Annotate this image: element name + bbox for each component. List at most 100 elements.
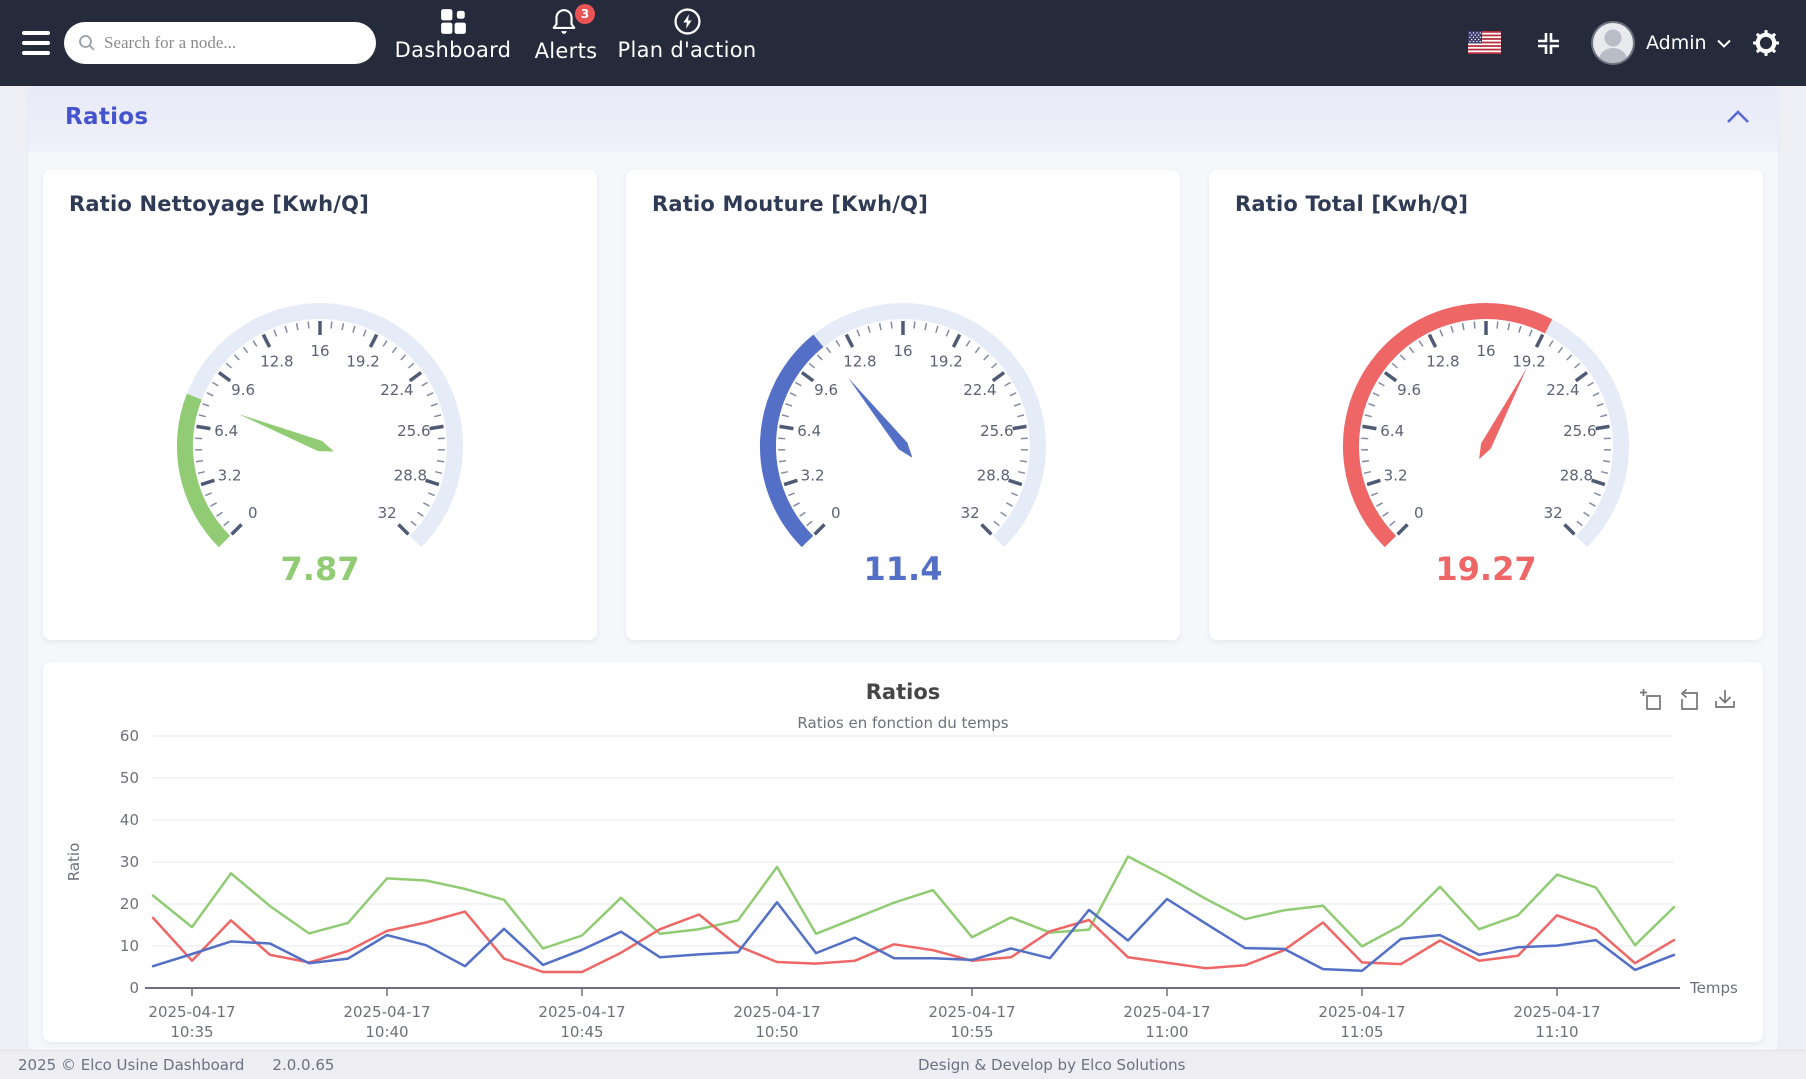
svg-text:10:50: 10:50 bbox=[755, 1023, 798, 1041]
gauge-title: Ratio Mouture [Kwh/Q] bbox=[652, 192, 929, 216]
svg-text:60: 60 bbox=[120, 727, 139, 745]
gauge-card-total: Ratio Total [Kwh/Q] 0 3.2 6.4 9.6 12.8 16 19.2… bbox=[1209, 170, 1763, 640]
svg-text:0: 0 bbox=[129, 979, 139, 997]
bell-icon bbox=[552, 9, 576, 34]
svg-text:19.2: 19.2 bbox=[1512, 352, 1545, 370]
svg-text:11.4: 11.4 bbox=[864, 550, 943, 588]
chevron-down-icon bbox=[1716, 39, 1731, 48]
svg-text:10:35: 10:35 bbox=[170, 1023, 213, 1041]
bolt-circle-icon bbox=[673, 8, 701, 35]
svg-text:0: 0 bbox=[831, 504, 841, 522]
search-icon bbox=[79, 35, 95, 51]
footer: 2025 © Elco Usine Dashboard 2.0.0.65 Des… bbox=[0, 1050, 1806, 1079]
svg-text:22.4: 22.4 bbox=[380, 381, 413, 399]
page: Dashboard 3 Alerts Plan d'action bbox=[0, 0, 1806, 1079]
gauge-card-nettoyage: Ratio Nettoyage [Kwh/Q] 0 3.2 6.4 9.6 12.8 16… bbox=[43, 170, 597, 640]
svg-text:0: 0 bbox=[248, 504, 258, 522]
svg-text:19.2: 19.2 bbox=[929, 352, 962, 370]
svg-text:12.8: 12.8 bbox=[843, 352, 876, 370]
nav-item-plan-daction[interactable]: Plan d'action bbox=[617, 8, 757, 62]
svg-text:9.6: 9.6 bbox=[1397, 381, 1421, 399]
node-search[interactable] bbox=[64, 22, 376, 64]
svg-text:22.4: 22.4 bbox=[1546, 381, 1579, 399]
svg-text:10:55: 10:55 bbox=[950, 1023, 993, 1041]
alerts-badge: 3 bbox=[575, 4, 595, 24]
svg-text:9.6: 9.6 bbox=[814, 381, 838, 399]
footer-credit: Design & Develop by Elco Solutions bbox=[918, 1056, 1186, 1074]
svg-text:2025-04-17: 2025-04-17 bbox=[1318, 1003, 1405, 1021]
svg-text:28.8: 28.8 bbox=[394, 466, 427, 484]
svg-text:2025-04-17: 2025-04-17 bbox=[1123, 1003, 1210, 1021]
svg-text:6.4: 6.4 bbox=[797, 422, 821, 440]
svg-text:25.6: 25.6 bbox=[980, 422, 1013, 440]
svg-text:12.8: 12.8 bbox=[260, 352, 293, 370]
settings-gear-icon[interactable] bbox=[1752, 29, 1780, 57]
svg-text:9.6: 9.6 bbox=[231, 381, 255, 399]
svg-text:6.4: 6.4 bbox=[1380, 422, 1404, 440]
navbar: Dashboard 3 Alerts Plan d'action bbox=[0, 0, 1806, 86]
svg-text:10:40: 10:40 bbox=[365, 1023, 408, 1041]
svg-text:2025-04-17: 2025-04-17 bbox=[1513, 1003, 1600, 1021]
svg-text:32: 32 bbox=[961, 504, 980, 522]
svg-text:11:00: 11:00 bbox=[1145, 1023, 1188, 1041]
svg-text:30: 30 bbox=[120, 853, 139, 871]
nav-item-alerts[interactable]: 3 Alerts bbox=[528, 4, 604, 63]
svg-text:Ratio: Ratio bbox=[65, 843, 83, 882]
search-input[interactable] bbox=[104, 33, 362, 53]
compress-screen-icon[interactable] bbox=[1535, 30, 1562, 57]
gauge-chart-nettoyage: 0 3.2 6.4 9.6 12.8 16 19.222.4 25.6 28.8 32 7.87 bbox=[177, 303, 463, 588]
language-flag-us[interactable] bbox=[1468, 31, 1501, 54]
svg-text:19.27: 19.27 bbox=[1435, 550, 1536, 588]
svg-text:25.6: 25.6 bbox=[1563, 422, 1596, 440]
svg-text:25.6: 25.6 bbox=[397, 422, 430, 440]
nav-item-label: Dashboard bbox=[394, 38, 512, 62]
svg-text:Temps: Temps bbox=[1689, 979, 1738, 997]
section-header[interactable]: Ratios bbox=[28, 86, 1778, 152]
hamburger-menu-icon[interactable] bbox=[22, 31, 50, 55]
svg-text:7.87: 7.87 bbox=[281, 550, 360, 588]
nav-item-label: Plan d'action bbox=[617, 38, 757, 62]
svg-text:28.8: 28.8 bbox=[1560, 466, 1593, 484]
nav-item-label: Alerts bbox=[534, 39, 598, 63]
section-title: Ratios bbox=[65, 104, 149, 130]
svg-text:32: 32 bbox=[378, 504, 397, 522]
svg-text:11:10: 11:10 bbox=[1535, 1023, 1578, 1041]
svg-text:2025-04-17: 2025-04-17 bbox=[733, 1003, 820, 1021]
svg-text:11:05: 11:05 bbox=[1340, 1023, 1383, 1041]
footer-copyright: 2025 © Elco Usine Dashboard bbox=[18, 1056, 245, 1074]
avatar bbox=[1591, 21, 1635, 65]
svg-text:28.8: 28.8 bbox=[977, 466, 1010, 484]
user-menu[interactable]: Admin bbox=[1590, 20, 1731, 66]
gauge-card-mouture: Ratio Mouture [Kwh/Q] 0 3.2 6.4 9.6 12.8 16 19… bbox=[626, 170, 1180, 640]
ratios-line-chart-card: Ratios Ratios en fonction du temps 0 10 20… bbox=[43, 662, 1763, 1042]
svg-text:10:45: 10:45 bbox=[560, 1023, 603, 1041]
svg-text:2025-04-17: 2025-04-17 bbox=[343, 1003, 430, 1021]
nav-item-dashboard[interactable]: Dashboard bbox=[393, 8, 513, 62]
svg-text:6.4: 6.4 bbox=[214, 422, 238, 440]
svg-text:19.2: 19.2 bbox=[346, 352, 379, 370]
gauge-title: Ratio Nettoyage [Kwh/Q] bbox=[69, 192, 370, 216]
line-chart: 0 10 20 30 40 50 60 2025-04-17 10:35 2025-04-17 10… bbox=[65, 727, 1738, 1041]
gauge-chart-total: 0 3.2 6.4 9.6 12.8 16 19.222.4 25.6 28.8 32 19.27 bbox=[1342, 303, 1629, 588]
svg-text:2025-04-17: 2025-04-17 bbox=[928, 1003, 1015, 1021]
svg-text:3.2: 3.2 bbox=[801, 466, 825, 484]
svg-text:50: 50 bbox=[120, 769, 139, 787]
username-label: Admin bbox=[1646, 32, 1707, 54]
gauge-chart-mouture: 0 3.2 6.4 9.6 12.8 16 19.222.4 25.6 28.8 32 11.4 bbox=[759, 303, 1046, 588]
svg-text:10: 10 bbox=[120, 937, 139, 955]
svg-text:16: 16 bbox=[310, 342, 329, 360]
svg-text:12.8: 12.8 bbox=[1426, 352, 1459, 370]
svg-text:0: 0 bbox=[1414, 504, 1424, 522]
svg-text:2025-04-17: 2025-04-17 bbox=[538, 1003, 625, 1021]
svg-text:32: 32 bbox=[1544, 504, 1563, 522]
svg-text:40: 40 bbox=[120, 811, 139, 829]
svg-text:2025-04-17: 2025-04-17 bbox=[148, 1003, 235, 1021]
svg-text:3.2: 3.2 bbox=[218, 466, 242, 484]
collapse-chevron-up-icon[interactable] bbox=[1726, 108, 1750, 126]
gauge-title: Ratio Total [Kwh/Q] bbox=[1235, 192, 1469, 216]
svg-text:3.2: 3.2 bbox=[1384, 466, 1408, 484]
footer-version: 2.0.0.65 bbox=[272, 1056, 335, 1074]
dashboard-grid-icon bbox=[440, 9, 466, 34]
svg-text:16: 16 bbox=[1476, 342, 1495, 360]
svg-text:16: 16 bbox=[893, 342, 912, 360]
